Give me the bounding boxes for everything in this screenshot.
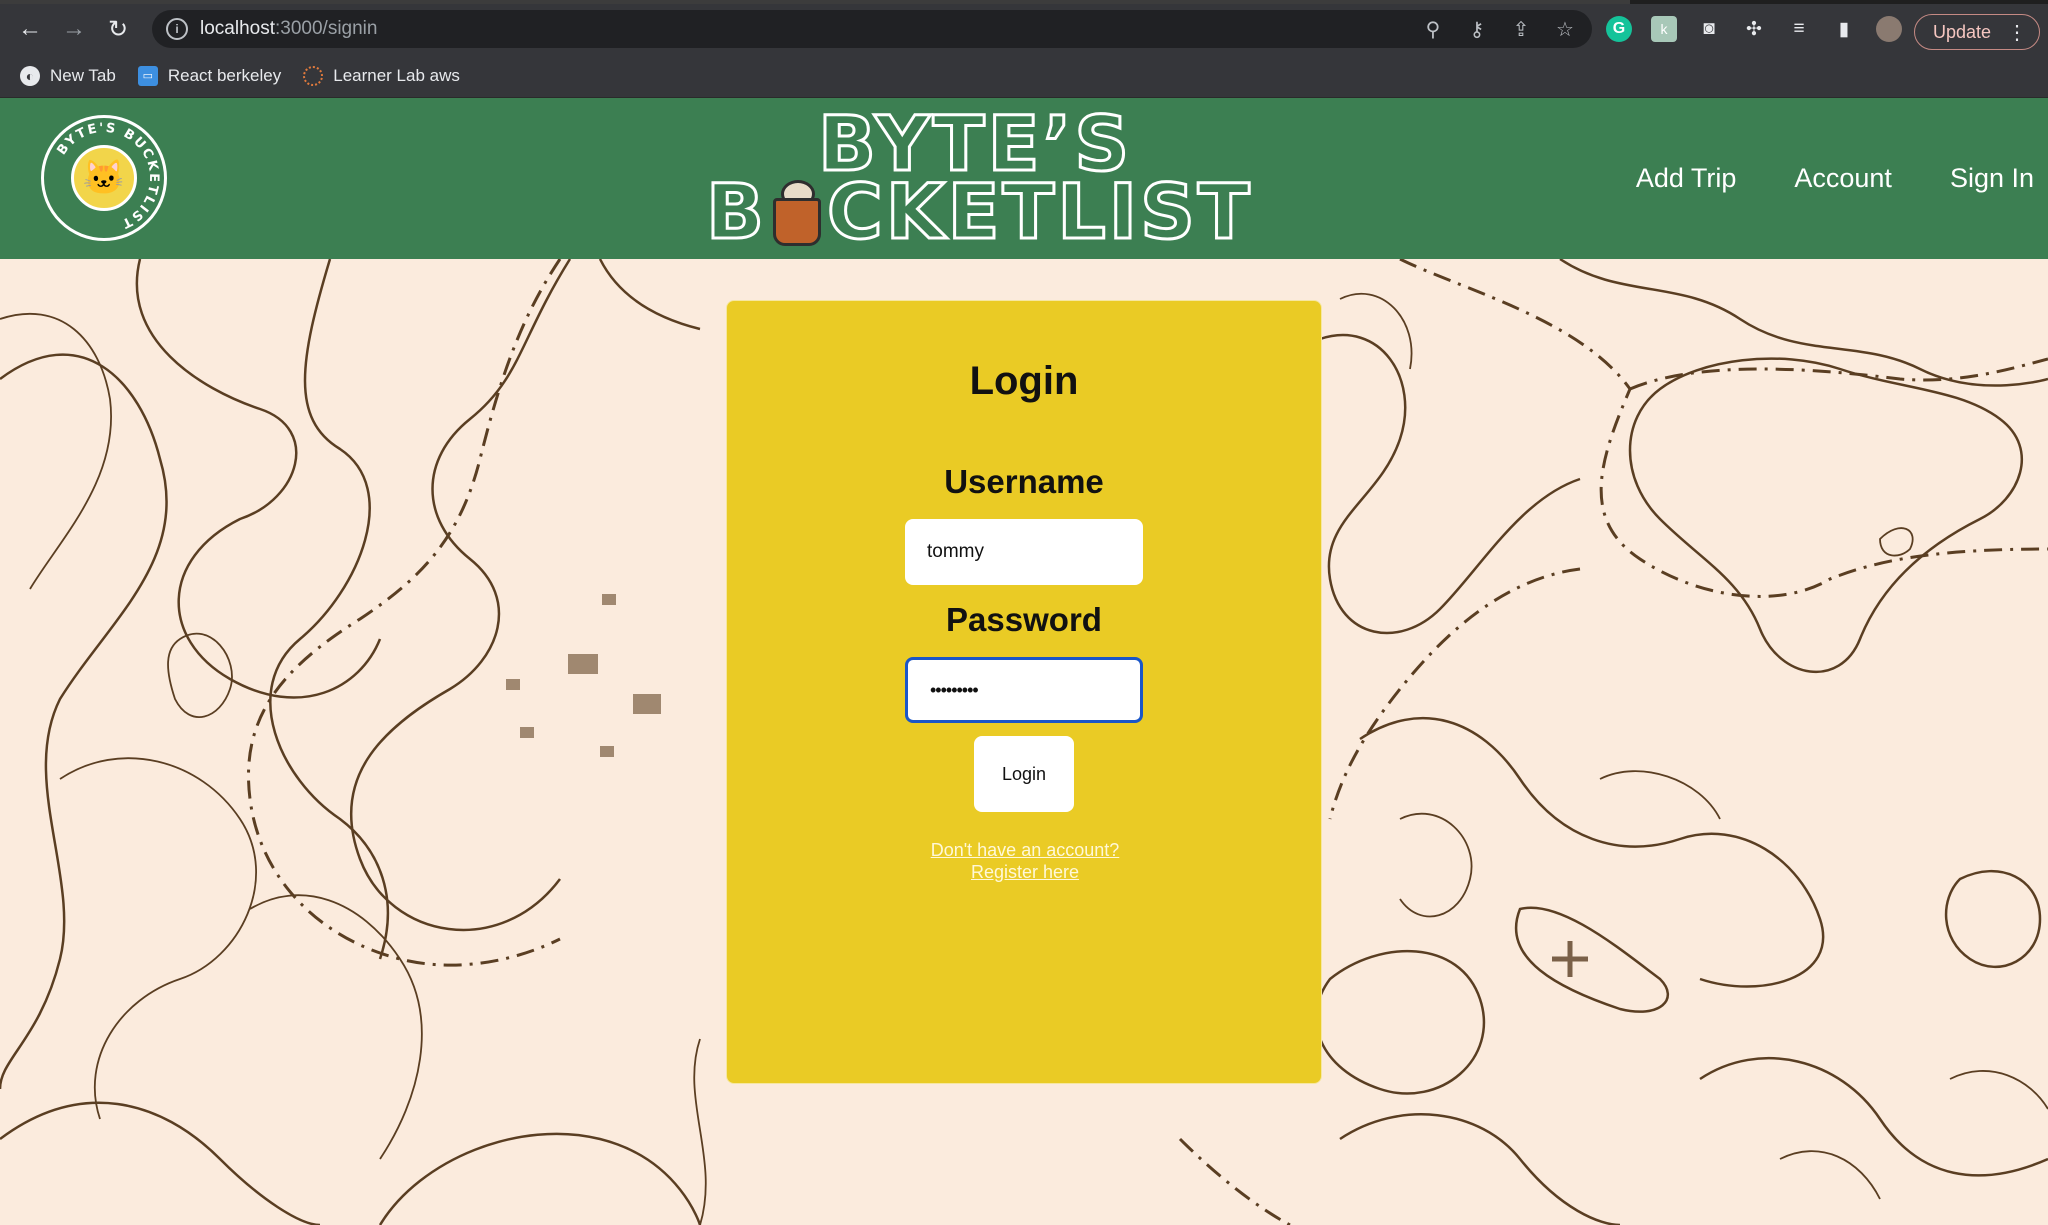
nav-add-trip[interactable]: Add Trip bbox=[1636, 163, 1737, 194]
side-panel-icon[interactable]: ▮ bbox=[1831, 16, 1857, 42]
nav-sign-in[interactable]: Sign In bbox=[1950, 163, 2034, 194]
bookmarks-bar: ◐ New Tab ▭ React berkeley Learner Lab a… bbox=[0, 54, 2048, 98]
nav-account[interactable]: Account bbox=[1794, 163, 1892, 194]
password-label: Password bbox=[946, 601, 1102, 638]
profile-avatar[interactable] bbox=[1876, 16, 1902, 42]
aws-icon bbox=[303, 65, 324, 86]
star-icon[interactable]: ☆ bbox=[1554, 17, 1576, 42]
bookmark-new-tab[interactable]: ◐ New Tab bbox=[20, 65, 116, 86]
grammarly-icon[interactable]: G bbox=[1606, 16, 1632, 42]
more-menu-icon[interactable]: ⋮ bbox=[2007, 20, 2027, 45]
password-input[interactable] bbox=[905, 657, 1143, 723]
login-title: Login bbox=[969, 359, 1079, 403]
address-bar[interactable]: i localhost:3000/signin ⚲ ⚷ ⇪ ☆ bbox=[152, 10, 1592, 48]
forward-button[interactable]: → bbox=[52, 7, 96, 51]
location-pin-icon[interactable]: ⚲ bbox=[1422, 17, 1444, 42]
bookmark-react-berkeley[interactable]: ▭ React berkeley bbox=[137, 65, 281, 86]
arrow-right-icon: → bbox=[62, 15, 86, 42]
k-extension-icon[interactable]: k bbox=[1651, 16, 1677, 42]
username-input[interactable] bbox=[905, 519, 1143, 585]
browser-toolbar: ← → ↻ i localhost:3000/signin ⚲ ⚷ ⇪ ☆ G … bbox=[0, 4, 2048, 54]
main-nav: Add Trip Account Sign In bbox=[1636, 98, 2034, 259]
reload-icon: ↻ bbox=[107, 15, 129, 43]
cat-mascot-icon: 🐱 bbox=[71, 145, 137, 211]
monitor-icon: ▭ bbox=[137, 65, 158, 86]
bookmark-learner-lab-aws[interactable]: Learner Lab aws bbox=[303, 65, 460, 86]
login-card: Login Username Password Login Don't have… bbox=[726, 300, 1322, 1084]
media-queue-icon[interactable]: ≡ bbox=[1786, 16, 1812, 42]
login-button[interactable]: Login bbox=[974, 736, 1074, 812]
username-label: Username bbox=[944, 463, 1104, 500]
brand-wordmark: BYTE’S B CKETLIST bbox=[705, 99, 1253, 256]
key-icon[interactable]: ⚷ bbox=[1466, 17, 1488, 42]
puzzle-icon[interactable]: ✣ bbox=[1741, 16, 1767, 42]
camera-icon[interactable]: ◙ bbox=[1696, 16, 1722, 42]
register-link[interactable]: Don't have an account? Register here bbox=[907, 839, 1143, 883]
globe-icon: ◐ bbox=[20, 65, 40, 86]
arrow-left-icon: ← bbox=[18, 15, 42, 42]
update-button[interactable]: Update ⋮ bbox=[1914, 14, 2040, 50]
share-icon[interactable]: ⇪ bbox=[1510, 17, 1532, 42]
back-button[interactable]: ← bbox=[8, 7, 52, 51]
url-text[interactable]: localhost:3000/signin bbox=[200, 18, 377, 40]
bucket-mascot-icon bbox=[771, 180, 823, 250]
site-info-icon[interactable]: i bbox=[166, 18, 188, 40]
site-header: BYTE'S BUCKETLIST 🐱 BYTE’S B CKETLIST Add… bbox=[0, 98, 2048, 259]
site-logo[interactable]: BYTE'S BUCKETLIST 🐱 bbox=[41, 115, 167, 241]
reload-button[interactable]: ↻ bbox=[96, 7, 140, 51]
